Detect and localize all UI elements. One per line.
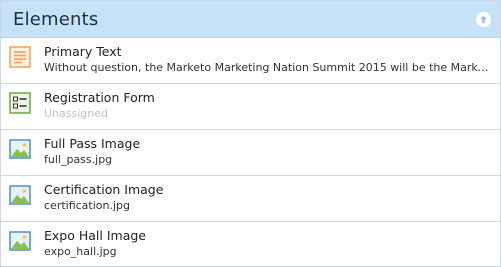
item-name: Full Pass Image xyxy=(44,136,141,151)
item-detail: Without question, the Marketo Marketing … xyxy=(44,61,492,74)
list-item-full-pass-image[interactable]: Full Pass Image full_pass.jpg xyxy=(1,130,500,176)
item-detail: Unassigned xyxy=(44,107,108,120)
item-name: Registration Form xyxy=(44,90,155,105)
collapse-button[interactable] xyxy=(476,11,491,27)
image-icon xyxy=(9,139,31,159)
panel-header: Elements xyxy=(1,1,500,38)
item-name: Certification Image xyxy=(44,182,164,197)
item-detail: full_pass.jpg xyxy=(44,153,113,166)
list-item-primary-text[interactable]: Primary Text Without question, the Marke… xyxy=(1,38,500,84)
panel-title: Elements xyxy=(13,8,99,30)
item-detail: expo_hall.jpg xyxy=(44,245,117,258)
image-icon xyxy=(9,185,31,205)
image-icon xyxy=(9,231,31,251)
text-document-icon xyxy=(9,46,31,68)
list-item-certification-image[interactable]: Certification Image certification.jpg xyxy=(1,176,500,222)
elements-panel: Elements Primary Text Without question, … xyxy=(0,0,501,267)
elements-list: Primary Text Without question, the Marke… xyxy=(1,38,500,266)
item-name: Expo Hall Image xyxy=(44,228,146,243)
item-detail: certification.jpg xyxy=(44,199,131,212)
item-name: Primary Text xyxy=(44,44,122,59)
form-icon xyxy=(9,92,31,114)
list-item-registration-form[interactable]: Registration Form Unassigned xyxy=(1,84,500,130)
list-item-expo-hall-image[interactable]: Expo Hall Image expo_hall.jpg xyxy=(1,222,500,266)
arrow-up-circle-icon xyxy=(480,15,487,23)
